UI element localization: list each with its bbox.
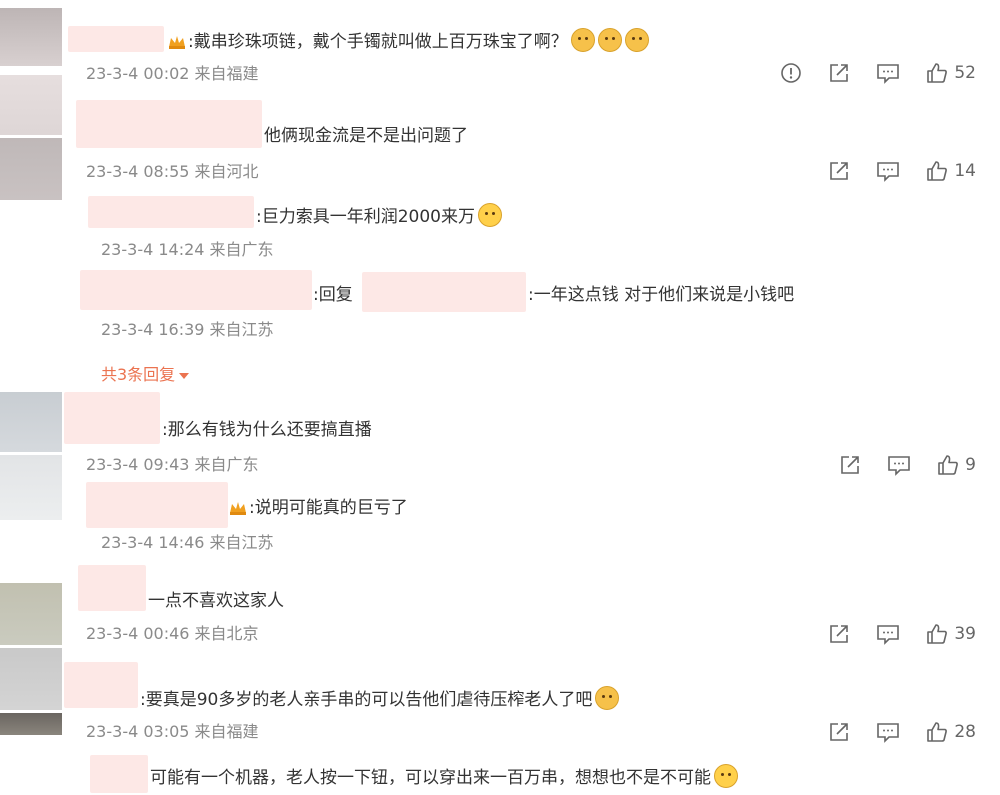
reply-text: :一年这点钱 对于他们来说是小钱吧 [528,285,795,305]
like-count: 14 [954,161,976,181]
share-icon [830,162,849,180]
like-icon [927,63,948,83]
emoji-icon [570,28,595,52]
like-button[interactable]: 39 [926,623,976,645]
reply-prefix: :回复 [313,285,353,305]
comment-actions: 28 [828,721,976,743]
like-count: 9 [965,455,976,475]
redacted-username[interactable] [86,482,228,528]
reply-meta: 23-3-4 14:46 来自江苏 [101,533,274,552]
crown-icon [230,502,246,515]
comment-actions: 39 [828,623,976,645]
share-icon [841,456,859,474]
emoji-icon [624,28,649,52]
comment-text: 他俩现金流是不是出问题了 [264,126,468,146]
like-button[interactable]: 9 [937,454,976,476]
like-button[interactable]: 28 [926,721,976,743]
comment-button[interactable] [887,454,911,476]
crown-icon [169,36,185,49]
share-icon [830,723,849,741]
like-count: 52 [954,63,976,83]
like-icon [927,161,948,181]
like-count: 39 [954,624,976,644]
comment-meta: 23-3-4 03:05 来自福建 [86,722,259,741]
share-icon [830,64,849,82]
comment-text: :要真是90多岁的老人亲手串的可以告他们虐待压榨老人了吧 [140,690,593,710]
share-icon [830,625,849,643]
avatar[interactable] [0,648,62,710]
comment-meta: 23-3-4 09:43 来自广东 [86,455,259,474]
avatar[interactable] [0,455,62,520]
comment-icon [877,64,900,84]
avatar[interactable] [0,138,62,200]
comment-button[interactable] [876,721,900,743]
comment-text: 可能有一个机器，老人按一下钮，可以穿出来一百万串，想想也不是不可能 [150,768,711,788]
comment-button[interactable] [876,160,900,182]
share-button[interactable] [828,160,850,182]
emoji-icon [595,686,620,710]
comment-meta: 23-3-4 08:55 来自河北 [86,162,259,181]
avatar[interactable] [0,713,62,735]
comment-actions: 14 [828,160,976,182]
avatar[interactable] [0,75,62,135]
avatar[interactable] [0,392,62,452]
comment-icon [877,162,900,182]
emoji-icon [597,28,622,52]
redacted-username[interactable] [64,662,138,708]
redacted-username[interactable] [78,565,146,611]
redacted-username[interactable] [90,755,148,793]
reply-text: :说明可能真的巨亏了 [249,498,408,518]
comment-button[interactable] [876,62,900,84]
comment-text: 一点不喜欢这家人 [148,591,284,611]
emoji-icon [478,203,502,227]
avatar[interactable] [0,583,62,645]
reply-text: :巨力索具一年利润2000来万 [256,207,475,227]
like-icon [927,624,948,644]
share-button[interactable] [828,623,850,645]
reply-meta: 23-3-4 16:39 来自江苏 [101,320,274,339]
share-button[interactable] [828,62,850,84]
like-button[interactable]: 52 [926,62,976,84]
comment-icon [877,625,900,645]
like-count: 28 [954,722,976,742]
comment-icon [888,456,910,476]
comment-text: :戴串珍珠项链，戴个手镯就叫做上百万珠宝了啊？ [188,32,568,52]
emoji-icon [714,764,738,788]
redacted-username[interactable] [68,26,164,52]
comment-actions: 9 [839,454,976,476]
comment-actions: 52 [780,62,976,84]
redacted-mention[interactable] [362,272,526,312]
redacted-username[interactable] [80,270,312,310]
reply-meta: 23-3-4 14:24 来自广东 [101,240,274,259]
share-button[interactable] [828,721,850,743]
redacted-username[interactable] [76,100,262,148]
report-button[interactable] [780,62,802,84]
like-icon [927,722,948,742]
comment-button[interactable] [876,623,900,645]
redacted-username[interactable] [88,196,254,228]
share-button[interactable] [839,454,861,476]
redacted-username[interactable] [64,392,160,444]
caret-down-icon [179,372,190,379]
comment-icon [877,723,900,743]
report-icon [781,63,802,83]
comment-meta: 23-3-4 00:02 来自福建 [86,64,259,83]
like-icon [938,455,959,475]
comment-meta: 23-3-4 00:46 来自北京 [86,624,259,643]
like-button[interactable]: 14 [926,160,976,182]
more-replies-link[interactable]: 共3条回复 [101,365,190,385]
comment-text: :那么有钱为什么还要搞直播 [162,420,372,440]
avatar[interactable] [0,8,62,66]
